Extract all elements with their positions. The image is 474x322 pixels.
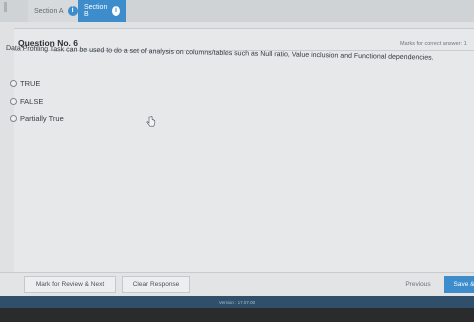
previous-button[interactable]: Previous — [396, 276, 440, 293]
option-label: FALSE — [20, 97, 44, 106]
info-icon[interactable]: i — [112, 6, 120, 16]
window-edge-decoration — [4, 2, 7, 12]
tab-section-a-label: Section A — [34, 7, 64, 15]
option-false[interactable]: FALSE — [10, 97, 43, 106]
section-tab-bar: Section A i Section B i — [0, 0, 474, 22]
clear-response-button[interactable]: Clear Response — [122, 276, 190, 293]
option-partially-true[interactable]: Partially True — [10, 114, 64, 123]
monitor-bezel — [0, 308, 474, 322]
version-text: Version : 17.07.00 — [218, 299, 256, 305]
option-true[interactable]: TRUE — [10, 79, 40, 88]
marks-info: Marks for correct answer: 1 — [400, 41, 467, 47]
question-panel: Question No. 6 Marks for correct answer:… — [14, 28, 474, 272]
version-bar: Version : 17.07.00 — [0, 296, 474, 308]
hand-cursor-icon — [146, 116, 156, 127]
exam-screen: Section A i Section B i Question No. 6 M… — [0, 0, 474, 322]
info-icon[interactable]: i — [67, 6, 78, 16]
tab-section-a[interactable]: Section A i — [28, 0, 84, 22]
tab-section-b[interactable]: Section B i — [78, 0, 126, 22]
action-footer: Mark for Review & Next Clear Response Pr… — [0, 272, 474, 296]
mark-for-review-button[interactable]: Mark for Review & Next — [24, 276, 116, 293]
save-next-button[interactable]: Save & — [444, 276, 474, 293]
radio-button-icon[interactable] — [10, 115, 17, 122]
option-label: TRUE — [20, 79, 41, 88]
radio-button-icon[interactable] — [10, 98, 17, 105]
radio-button-icon[interactable] — [10, 80, 17, 87]
tab-section-b-label: Section B — [84, 4, 108, 18]
option-label: Partially True — [20, 114, 64, 123]
